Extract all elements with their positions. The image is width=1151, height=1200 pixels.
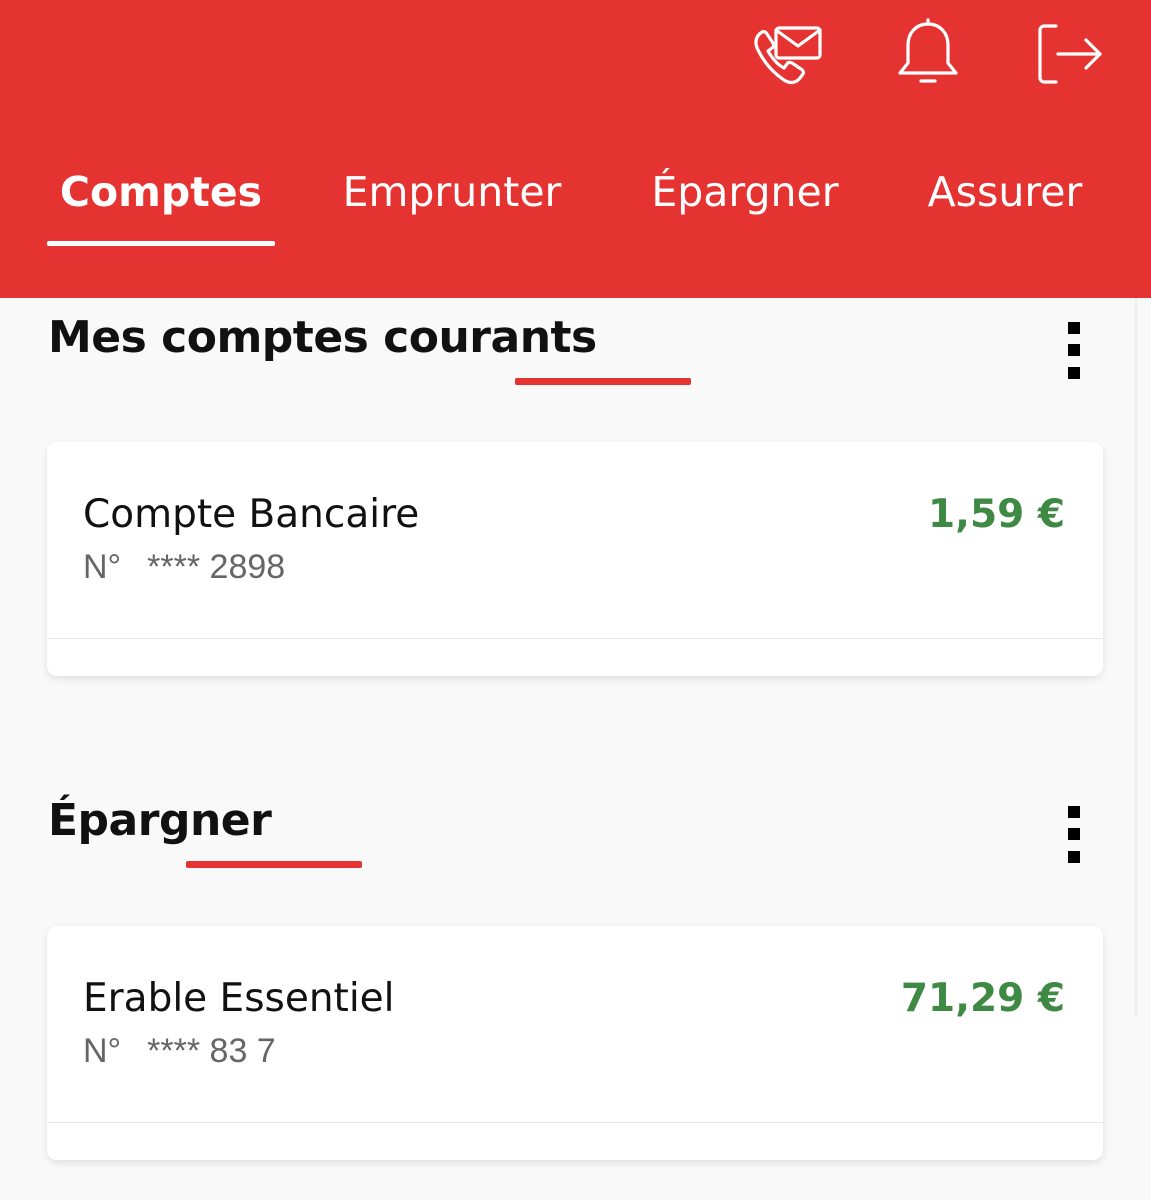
account-balance: 1,59 € (928, 492, 1065, 537)
tab-comptes-label: Comptes (59, 168, 263, 216)
account-name: Compte Bancaire (83, 492, 420, 537)
account-name: Erable Essentiel (83, 976, 395, 1021)
tab-emprunter[interactable]: Emprunter (330, 160, 574, 246)
account-number: N° **** 83 7 (83, 1032, 276, 1071)
account-number-prefix: N° (83, 548, 122, 586)
tab-emprunter-label: Emprunter (342, 168, 562, 216)
account-number-value: **** 83 7 (147, 1032, 276, 1070)
account-number-prefix: N° (83, 1032, 122, 1070)
logout-icon[interactable] (1030, 18, 1110, 90)
card-divider (47, 1122, 1103, 1123)
account-balance: 71,29 € (900, 976, 1065, 1021)
kebab-dot (1068, 322, 1080, 334)
kebab-dot (1068, 344, 1080, 356)
active-tab-indicator (47, 241, 275, 246)
account-card[interactable]: Compte Bancaire N° **** 2898 1,59 € (47, 442, 1103, 676)
kebab-dot (1068, 851, 1080, 863)
tab-epargner[interactable]: Épargner (640, 160, 850, 246)
tab-assurer-label: Assurer (927, 168, 1083, 216)
section-title-current-accounts: Mes comptes courants (48, 312, 597, 363)
section-underline (186, 861, 362, 868)
more-options-icon[interactable] (1060, 806, 1090, 876)
card-divider (47, 638, 1103, 639)
main-tabs: Comptes Emprunter Épargner Assurer (0, 160, 1151, 250)
section-title-savings: Épargner (48, 795, 272, 846)
scrollbar[interactable] (1135, 298, 1137, 1018)
tab-comptes[interactable]: Comptes (47, 160, 275, 246)
more-options-icon[interactable] (1060, 322, 1090, 392)
top-header: Comptes Emprunter Épargner Assurer (0, 0, 1151, 298)
account-number-value: **** 2898 (147, 548, 286, 586)
account-number: N° **** 2898 (83, 548, 285, 587)
kebab-dot (1068, 367, 1080, 379)
phone-mail-icon[interactable] (748, 18, 828, 90)
tab-assurer[interactable]: Assurer (915, 160, 1095, 246)
tab-epargner-label: Épargner (651, 168, 839, 216)
kebab-dot (1068, 828, 1080, 840)
kebab-dot (1068, 806, 1080, 818)
account-card[interactable]: Erable Essentiel N° **** 83 7 71,29 € (47, 926, 1103, 1160)
section-underline (515, 378, 691, 385)
bell-icon[interactable] (888, 18, 968, 90)
